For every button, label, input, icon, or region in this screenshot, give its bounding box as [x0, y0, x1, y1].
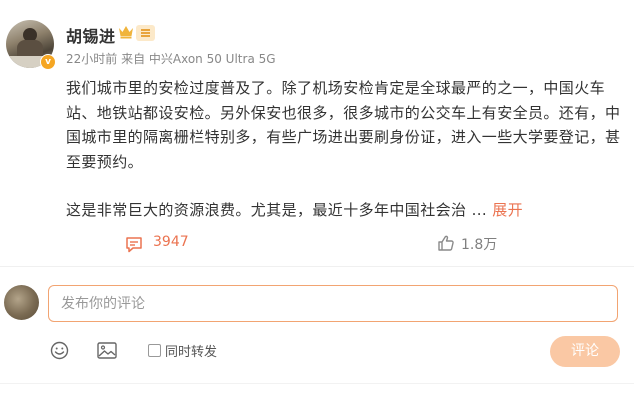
crown-icon	[119, 26, 133, 39]
like-count[interactable]: 1.8万	[461, 234, 497, 254]
repost-label[interactable]: 同时转发	[165, 341, 217, 360]
post-meta: 22小时前 来自 中兴Axon 50 Ultra 5G	[66, 52, 276, 66]
expand-link[interactable]: 展开	[492, 201, 523, 219]
verified-badge: v	[40, 54, 56, 70]
current-user-avatar	[4, 285, 39, 320]
comment-icon[interactable]	[125, 236, 143, 253]
comment-input-box[interactable]	[48, 285, 618, 322]
like-icon[interactable]	[437, 234, 455, 252]
post-content: 我们城市里的安检过度普及了。除了机场安检肯定是全球最严的之一，中国火车站、地铁站…	[66, 76, 622, 223]
post-paragraph-2: 这是非常巨大的资源浪费。尤其是，最近十多年中国社会治 ... 展开	[66, 198, 622, 223]
post-paragraph-2-text: 这是非常巨大的资源浪费。尤其是，最近十多年中国社会治	[66, 201, 467, 219]
divider	[0, 266, 634, 267]
author-name[interactable]: 胡锡进	[66, 23, 116, 47]
comment-count[interactable]: 3947	[153, 234, 189, 250]
comment-input[interactable]	[49, 286, 617, 321]
post-paragraph-1: 我们城市里的安检过度普及了。除了机场安检肯定是全球最严的之一，中国火车站、地铁站…	[66, 79, 621, 171]
bottom-divider	[0, 383, 634, 384]
submit-comment-button[interactable]: 评论	[550, 336, 620, 367]
repost-checkbox[interactable]	[148, 344, 161, 357]
image-icon[interactable]	[97, 342, 117, 359]
emoji-icon[interactable]	[50, 341, 69, 360]
ellipsis: ...	[466, 201, 493, 219]
level-badge-icon	[136, 25, 155, 41]
